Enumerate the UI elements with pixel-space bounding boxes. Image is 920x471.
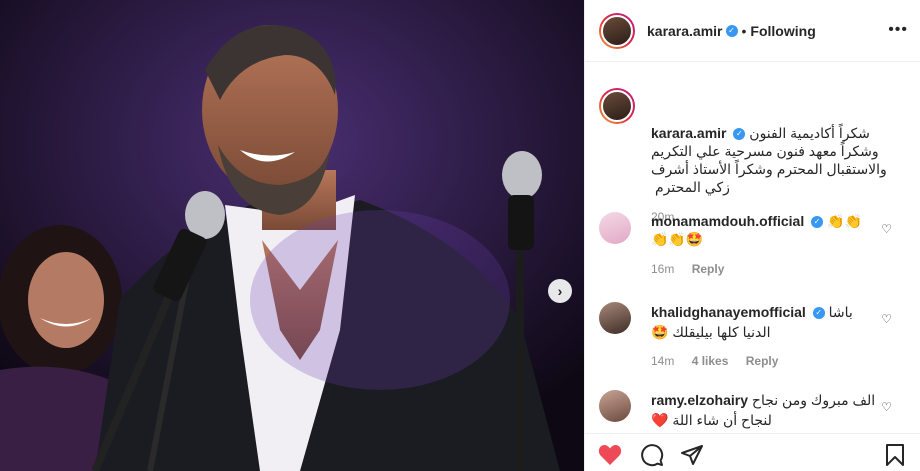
action-bar: [585, 433, 920, 471]
comment-body: khalidghanayemofficial ✓ باشا الدنيا كله…: [651, 302, 892, 368]
save-button[interactable]: [882, 442, 908, 468]
caption-username[interactable]: karara.amir: [651, 125, 727, 141]
following-button[interactable]: Following: [750, 23, 815, 39]
commenter-avatar[interactable]: [599, 212, 631, 244]
author-avatar[interactable]: [599, 12, 635, 49]
comment-likes[interactable]: 4 likes: [692, 354, 729, 368]
comment-line: monamamdouh.official ✓ 👏👏👏👏🤩: [651, 212, 876, 248]
author-username[interactable]: karara.amir: [647, 23, 723, 39]
comment-username[interactable]: khalidghanayemofficial: [651, 304, 806, 320]
heart-filled-icon: [598, 445, 622, 465]
like-comment-icon[interactable]: ♡: [881, 312, 892, 326]
comment-username[interactable]: ramy.elzohairy: [651, 392, 748, 408]
comment-button[interactable]: [639, 442, 665, 468]
caption-item: karara.amir ✓ شكراً أكاديمية الفنون وشكر…: [599, 88, 906, 224]
comment-line: khalidghanayemofficial ✓ باشا الدنيا كله…: [651, 302, 876, 342]
share-button[interactable]: [679, 442, 705, 468]
comment-body: ramy.elzohairy الف مبروك ومن نجاح لنجاح …: [651, 390, 892, 430]
verified-badge-icon: ✓: [725, 24, 738, 37]
header-user-line: karara.amir ✓ • Following: [647, 23, 816, 39]
next-photo-button[interactable]: ›: [548, 279, 572, 303]
like-comment-icon[interactable]: ♡: [881, 400, 892, 414]
post-side-panel: karara.amir ✓ • Following ••• karara.ami…: [584, 0, 920, 471]
verified-badge-icon: ✓: [812, 307, 825, 320]
post-photo[interactable]: ›: [0, 0, 584, 471]
post-header: karara.amir ✓ • Following •••: [585, 0, 920, 62]
separator-dot: •: [741, 22, 747, 39]
comment-icon: [641, 444, 664, 467]
comment-body: monamamdouh.official ✓ 👏👏👏👏🤩 16m Reply ♡: [651, 212, 892, 276]
reply-button[interactable]: Reply: [746, 354, 779, 368]
comments-list: karara.amir ✓ شكراً أكاديمية الفنون وشكر…: [585, 62, 920, 471]
like-comment-icon[interactable]: ♡: [881, 222, 892, 236]
comment-time: 14m: [651, 354, 675, 368]
commenter-avatar[interactable]: [599, 390, 631, 422]
photo-illustration: [0, 0, 584, 471]
comment-line: ramy.elzohairy الف مبروك ومن نجاح لنجاح …: [651, 390, 876, 430]
comment-username[interactable]: monamamdouh.official: [651, 213, 804, 229]
comment-meta: 14m 4 likes Reply: [651, 354, 876, 368]
instagram-post-modal: › karara.amir ✓ • Following ••• karara.a…: [0, 0, 920, 471]
chevron-right-icon: ›: [557, 283, 563, 299]
more-options-icon[interactable]: •••: [888, 22, 908, 38]
caption-line: karara.amir ✓ شكراً أكاديمية الفنون وشكر…: [651, 124, 906, 196]
caption-avatar[interactable]: [599, 88, 635, 124]
verified-badge-icon: ✓: [811, 216, 824, 229]
comment-time: 16m: [651, 262, 675, 276]
like-button[interactable]: [597, 442, 623, 468]
verified-badge-icon: ✓: [733, 128, 746, 141]
commenter-avatar[interactable]: [599, 302, 631, 334]
caption-body: karara.amir ✓ شكراً أكاديمية الفنون وشكر…: [651, 124, 906, 224]
comment-meta: 16m Reply: [651, 262, 876, 276]
paper-plane-icon: [681, 445, 703, 465]
bookmark-icon: [886, 444, 904, 466]
reply-button[interactable]: Reply: [692, 262, 725, 276]
